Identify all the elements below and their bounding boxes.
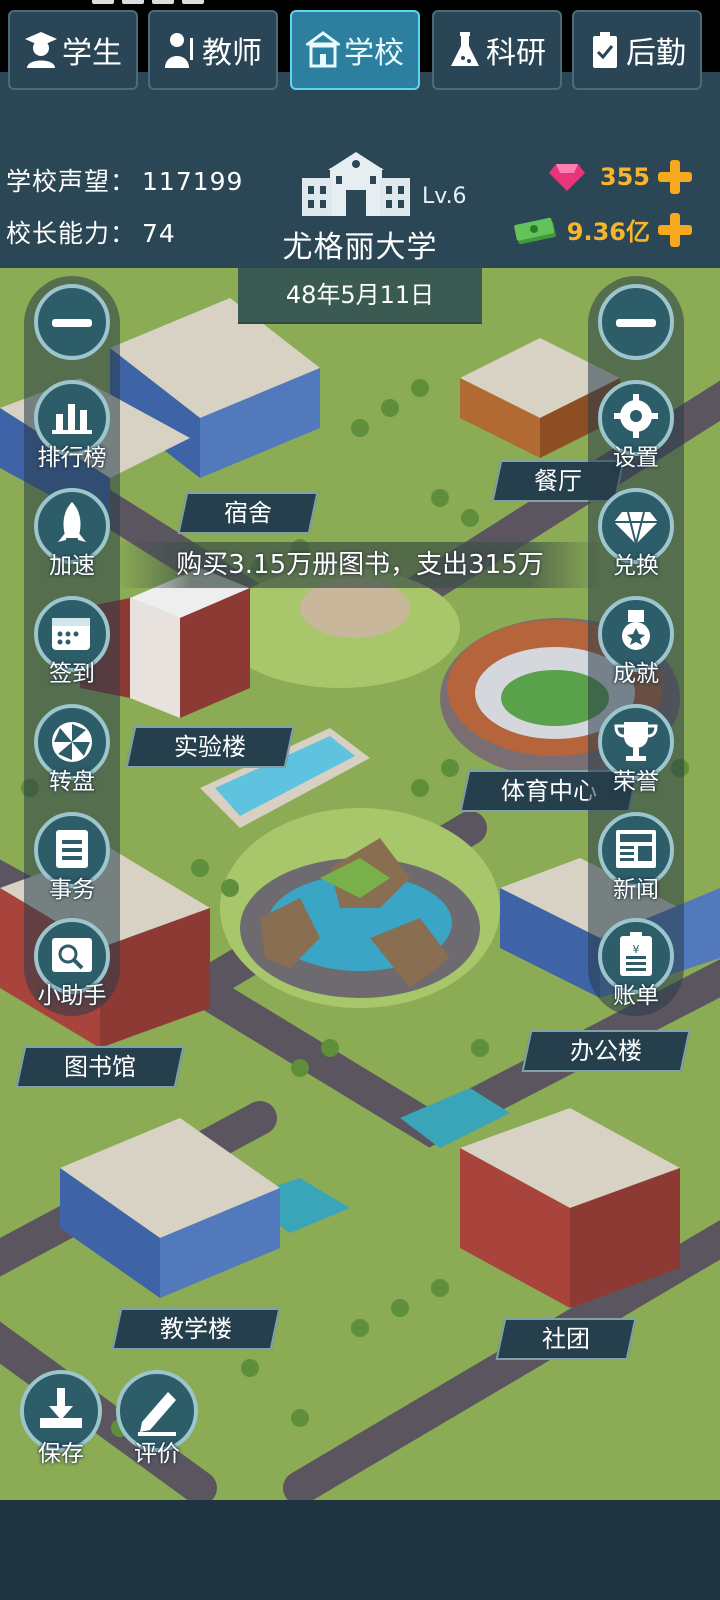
affairs-button[interactable]: 事务 [24, 812, 120, 912]
rate-button[interactable]: 评价 [112, 1370, 202, 1470]
tab-school[interactable]: 学校 [290, 10, 420, 90]
news-label: 新闻 [613, 877, 659, 903]
status-icons [92, 0, 204, 8]
tab-research-label: 科研 [486, 36, 546, 71]
building-label-library[interactable]: 图书馆 [15, 1046, 185, 1088]
speedup-label: 加速 [49, 553, 95, 579]
settings-button[interactable]: 设置 [588, 380, 684, 480]
gem-value: 355 [599, 163, 650, 191]
gem-icon [548, 162, 586, 192]
achievement-button[interactable]: 成就 [588, 596, 684, 696]
collapse-right-menu-button[interactable] [588, 284, 684, 384]
reputation-label: 学校声望： [6, 167, 137, 196]
logistics-icon [588, 30, 622, 70]
school-level: Lv.6 [422, 184, 467, 209]
tab-school-label: 学校 [344, 36, 404, 71]
school-icon [306, 30, 340, 70]
game-date: 48年5月11日 [238, 268, 482, 324]
add-money-button[interactable] [658, 212, 692, 247]
school-building-icon [300, 150, 412, 220]
tab-research[interactable]: 科研 [432, 10, 562, 90]
building-label-teaching[interactable]: 教学楼 [111, 1308, 281, 1350]
tab-logistics[interactable]: 后勤 [572, 10, 702, 90]
teacher-icon [164, 30, 198, 70]
honor-label: 荣誉 [613, 769, 659, 795]
tab-logistics-label: 后勤 [626, 36, 686, 71]
money-icon [513, 215, 557, 245]
tab-teacher[interactable]: 教师 [148, 10, 278, 90]
collapse-left-menu-button[interactable] [24, 284, 120, 384]
reputation-value: 117199 [142, 167, 244, 196]
checkin-button[interactable]: 签到 [24, 596, 120, 696]
honor-button[interactable]: 荣誉 [588, 704, 684, 804]
speedup-button[interactable]: 加速 [24, 488, 120, 588]
reputation-stat: 学校声望： 117199 [6, 162, 243, 198]
news-button[interactable]: 新闻 [588, 812, 684, 912]
bill-button[interactable]: ¥ 账单 [588, 918, 684, 1018]
tab-student-label: 学生 [62, 36, 122, 71]
minus-icon [598, 284, 674, 360]
wheel-button[interactable]: 转盘 [24, 704, 120, 804]
rate-label: 评价 [134, 1441, 180, 1467]
save-button[interactable]: 保存 [16, 1370, 106, 1470]
building-label-lab[interactable]: 实验楼 [125, 726, 295, 768]
ranking-label: 排行榜 [37, 445, 107, 471]
building-label-club[interactable]: 社团 [495, 1318, 637, 1360]
affairs-label: 事务 [49, 877, 95, 903]
exchange-label: 兑换 [613, 553, 659, 579]
building-label-dorm[interactable]: 宿舍 [177, 492, 319, 534]
minus-icon [34, 284, 110, 360]
tab-student[interactable]: 学生 [8, 10, 138, 90]
tab-teacher-label: 教师 [202, 36, 262, 71]
settings-label: 设置 [613, 445, 659, 471]
money-value: 9.36亿 [566, 218, 650, 246]
flask-icon [448, 30, 482, 70]
achievement-label: 成就 [613, 661, 659, 687]
ranking-button[interactable]: 排行榜 [24, 380, 120, 480]
wheel-label: 转盘 [49, 769, 95, 795]
building-label-office[interactable]: 办公楼 [521, 1030, 691, 1072]
gem-counter: 355 [548, 160, 692, 194]
add-gems-button[interactable] [658, 160, 692, 194]
exchange-button[interactable]: 兑换 [588, 488, 684, 588]
assistant-label: 小助手 [37, 983, 107, 1009]
student-icon [24, 30, 58, 70]
checkin-label: 签到 [49, 661, 95, 687]
bill-label: 账单 [613, 983, 659, 1009]
assistant-button[interactable]: 小助手 [24, 918, 120, 1018]
save-label: 保存 [38, 1441, 84, 1467]
svg-text:¥: ¥ [633, 943, 640, 956]
event-toast: 购买3.15万册图书，支出315万 [118, 542, 602, 588]
money-counter: 9.36亿 [513, 212, 692, 247]
bottom-tab-bar [0, 1500, 720, 1600]
